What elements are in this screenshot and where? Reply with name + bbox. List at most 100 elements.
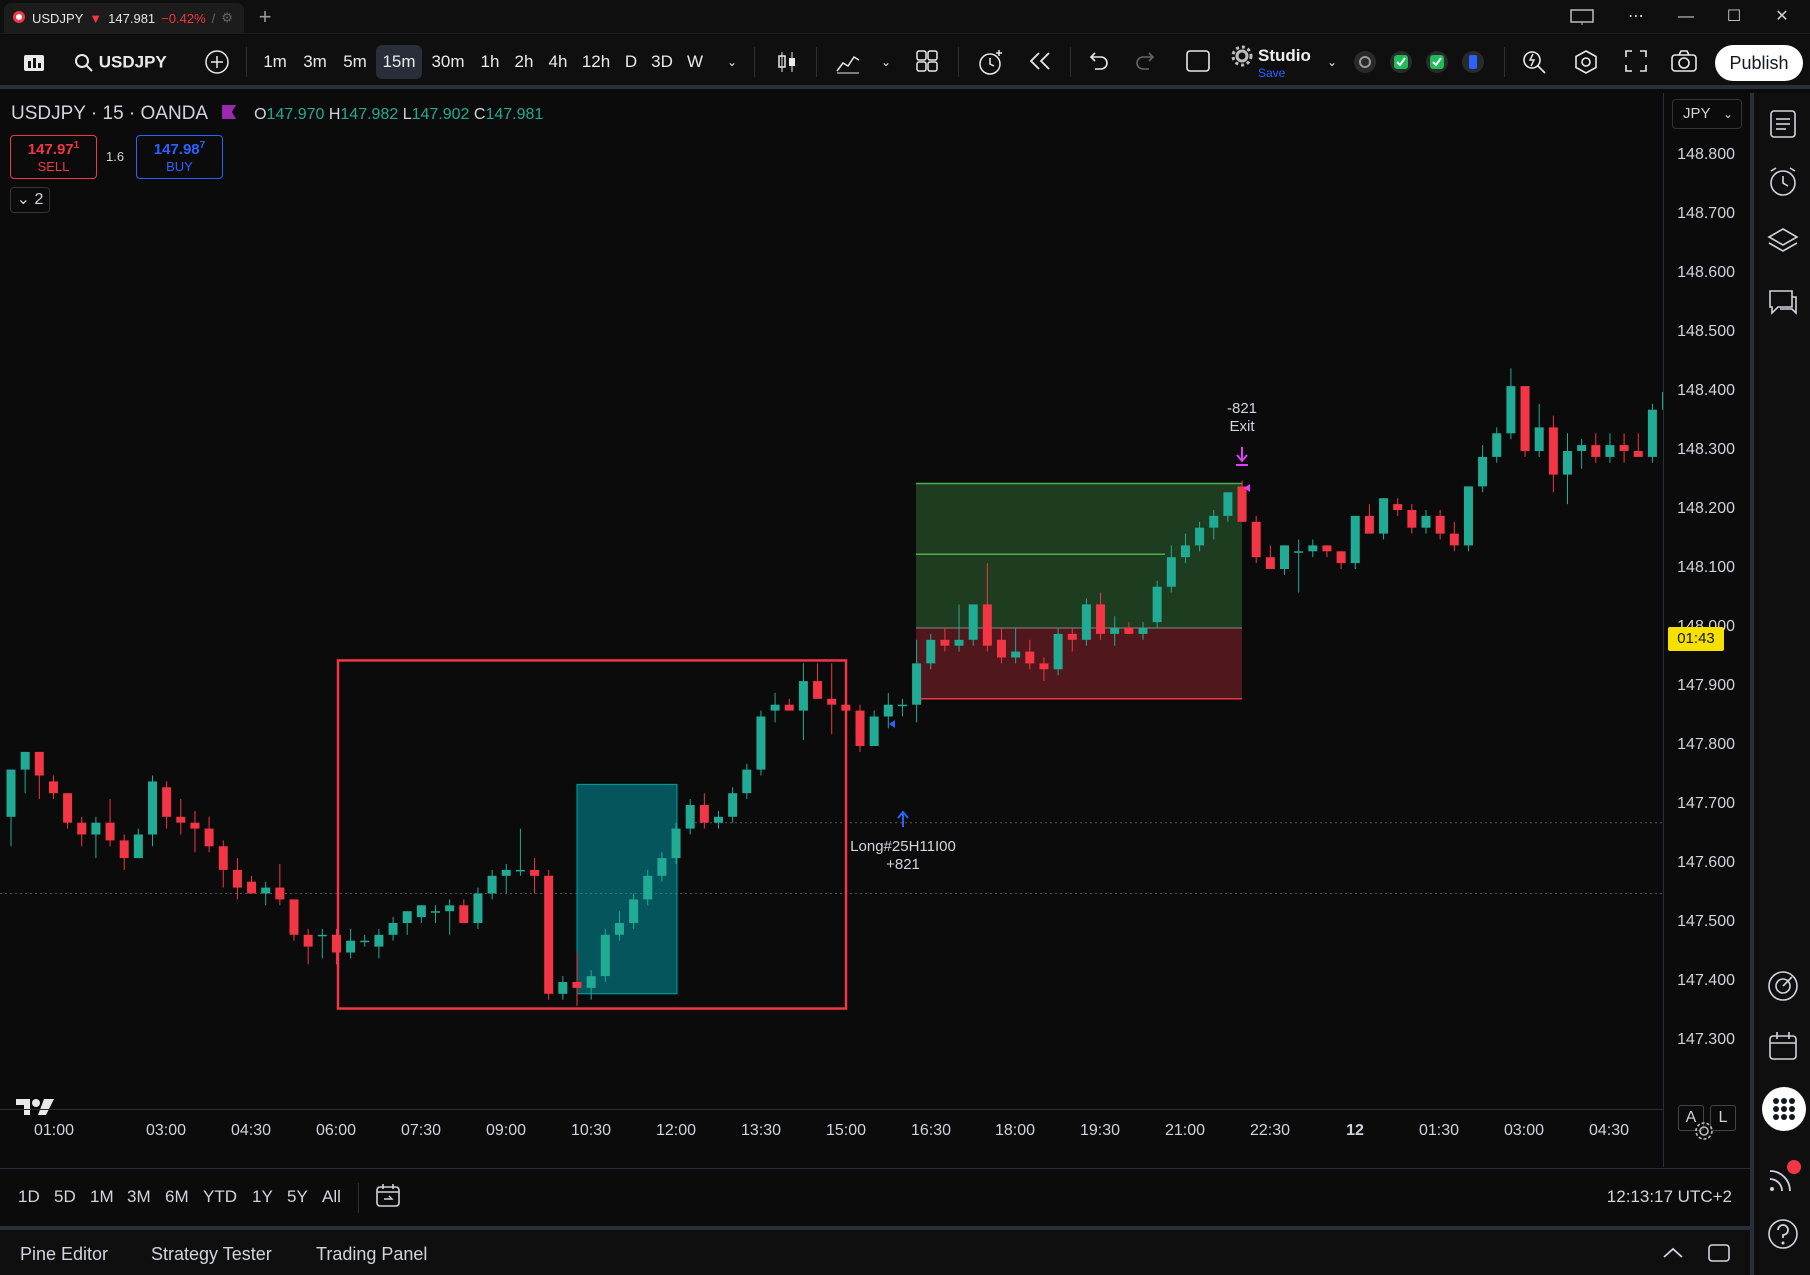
price-chart[interactable]: Long#25H11I00+821 -821Exit	[0, 93, 1663, 1109]
candle-body	[487, 875, 497, 894]
settings-gear-icon[interactable]	[1350, 45, 1380, 79]
sell-price: 147.97	[27, 141, 74, 158]
candles-type-icon[interactable]	[770, 45, 804, 79]
checkbox-checked-icon[interactable]	[1422, 45, 1452, 79]
price-tick: 148.800	[1677, 146, 1735, 163]
blue-square-icon[interactable]	[1458, 45, 1488, 79]
interval-1h[interactable]: 1h	[474, 45, 506, 79]
symbol-label: USDJPY	[98, 52, 167, 72]
top-toolbar: USDJPY 1m 3m 5m 15m 30m 1h 2h 4h 12h D 3D W ⌄ ⌄ Stu…	[0, 35, 1810, 89]
redo-icon[interactable]	[1128, 45, 1164, 79]
symbol-search[interactable]: USDJPY	[74, 45, 184, 79]
price-tick: 148.500	[1677, 323, 1735, 340]
interval-1m[interactable]: 1m	[256, 45, 294, 79]
watchlist-icon[interactable]	[1766, 107, 1802, 143]
range-1y[interactable]: 1Y	[252, 1187, 273, 1207]
close-button[interactable]: ✕	[1762, 2, 1802, 32]
chevron-down-icon[interactable]: ⌄	[722, 45, 742, 79]
interval-3d[interactable]: 3D	[646, 45, 678, 79]
search-icon	[75, 53, 93, 72]
chevron-down-icon[interactable]: ⌄	[876, 45, 896, 79]
interval-d[interactable]: D	[618, 45, 644, 79]
candle-body	[105, 822, 115, 841]
indicators-toggle-button[interactable]: ⌄ 2	[10, 187, 50, 213]
layers-icon[interactable]	[1766, 225, 1802, 261]
maximize-panel-icon[interactable]	[1706, 1240, 1732, 1271]
checkbox-checked-icon[interactable]	[1386, 45, 1416, 79]
candle-body	[1548, 427, 1558, 475]
compare-add-icon[interactable]	[200, 45, 234, 79]
price-axis[interactable]: JPY ⌄ 148.800 148.700 148.600 148.500 148.400…	[1663, 93, 1750, 1167]
camera-snapshot-icon[interactable]	[1666, 45, 1702, 79]
chart-menu-icon[interactable]	[14, 45, 54, 79]
signal-stream-icon[interactable]	[1766, 1159, 1802, 1195]
calendar-icon[interactable]	[1766, 1029, 1802, 1065]
interval-3m[interactable]: 3m	[296, 45, 334, 79]
settings-gear-icon[interactable]	[1693, 1120, 1715, 1147]
radar-icon[interactable]	[1766, 969, 1802, 1005]
legend-ohlc: O147.970 H147.982 L147.902 C147.981	[254, 106, 544, 123]
chart-pane[interactable]: Long#25H11I00 +821 -821 Exit USDJPY · 15 · …	[0, 93, 1750, 1167]
goto-date-icon[interactable]	[374, 1181, 402, 1214]
quick-search-icon[interactable]	[1516, 45, 1552, 79]
exit-label: Exit	[1229, 418, 1255, 435]
tab-strategy-tester[interactable]: Strategy Tester	[151, 1244, 272, 1265]
candle-body	[1053, 633, 1063, 670]
interval-w[interactable]: W	[680, 45, 710, 79]
range-1m[interactable]: 1M	[90, 1187, 114, 1207]
alarm-clock-icon[interactable]	[1766, 165, 1802, 201]
range-5d[interactable]: 5D	[54, 1187, 76, 1207]
apps-grid-icon[interactable]	[1762, 1087, 1806, 1131]
more-icon[interactable]: ⋯	[1616, 2, 1656, 32]
hexagon-settings-icon[interactable]	[1568, 45, 1604, 79]
buy-button[interactable]: 147.987 BUY	[136, 135, 223, 179]
chevron-down-icon[interactable]: ⌄	[1322, 45, 1342, 79]
chevron-down-icon: ⌄	[16, 191, 35, 208]
time-tick: 16:30	[910, 1122, 952, 1139]
range-ytd[interactable]: YTD	[203, 1187, 237, 1207]
indicators-icon[interactable]	[830, 45, 866, 79]
time-axis[interactable]: 01:00 03:00 04:30 06:00 07:30 09:00 10:30 12:00…	[0, 1109, 1713, 1167]
price-tick: 147.800	[1677, 736, 1735, 753]
interval-5m[interactable]: 5m	[336, 45, 374, 79]
candle-body	[558, 982, 568, 994]
browser-tab[interactable]: USDJPY ▼ 147.981 −0.42% / ⚙	[4, 3, 244, 33]
alert-clock-icon[interactable]	[972, 45, 1008, 79]
entry-marker-icon	[889, 720, 895, 728]
range-1d[interactable]: 1D	[18, 1187, 40, 1207]
chat-icon[interactable]	[1766, 285, 1802, 321]
new-tab-button[interactable]: +	[252, 4, 278, 30]
interval-12h[interactable]: 12h	[576, 45, 616, 79]
currency-select[interactable]: JPY ⌄	[1672, 99, 1742, 129]
interval-15m[interactable]: 15m	[376, 45, 422, 79]
candle-body	[1421, 515, 1431, 528]
sell-button[interactable]: 147.971 SELL	[10, 135, 97, 179]
range-5y[interactable]: 5Y	[287, 1187, 308, 1207]
interval-30m[interactable]: 30m	[424, 45, 472, 79]
time-tick: 03:00	[1503, 1122, 1545, 1139]
legend-title[interactable]: USDJPY · 15 · OANDA	[11, 103, 208, 124]
interval-2h[interactable]: 2h	[508, 45, 540, 79]
maximize-button[interactable]: ☐	[1714, 2, 1754, 32]
publish-button[interactable]: Publish	[1715, 45, 1803, 81]
undo-icon[interactable]	[1080, 45, 1116, 79]
timezone-clock[interactable]: 12:13:17 UTC+2	[1607, 1187, 1732, 1207]
rectangle-tool-icon[interactable]	[1180, 45, 1216, 79]
minimize-button[interactable]: —	[1666, 2, 1706, 32]
replay-icon[interactable]	[1022, 45, 1058, 79]
range-all[interactable]: All	[322, 1187, 341, 1207]
flag-icon[interactable]	[222, 105, 237, 119]
range-3m[interactable]: 3M	[127, 1187, 151, 1207]
interval-4h[interactable]: 4h	[542, 45, 574, 79]
chevron-up-icon[interactable]	[1660, 1240, 1686, 1271]
help-icon[interactable]	[1766, 1217, 1802, 1253]
candle-body	[204, 828, 214, 847]
fullscreen-icon[interactable]	[1618, 45, 1654, 79]
tab-pine-editor[interactable]: Pine Editor	[20, 1244, 108, 1265]
layouts-grid-icon[interactable]	[910, 45, 944, 79]
candle-body	[869, 716, 879, 746]
range-6m[interactable]: 6M	[165, 1187, 189, 1207]
tab-trading-panel[interactable]: Trading Panel	[316, 1244, 427, 1265]
layout-icon[interactable]	[1562, 2, 1602, 32]
long-position-stop-zone	[916, 628, 1242, 699]
